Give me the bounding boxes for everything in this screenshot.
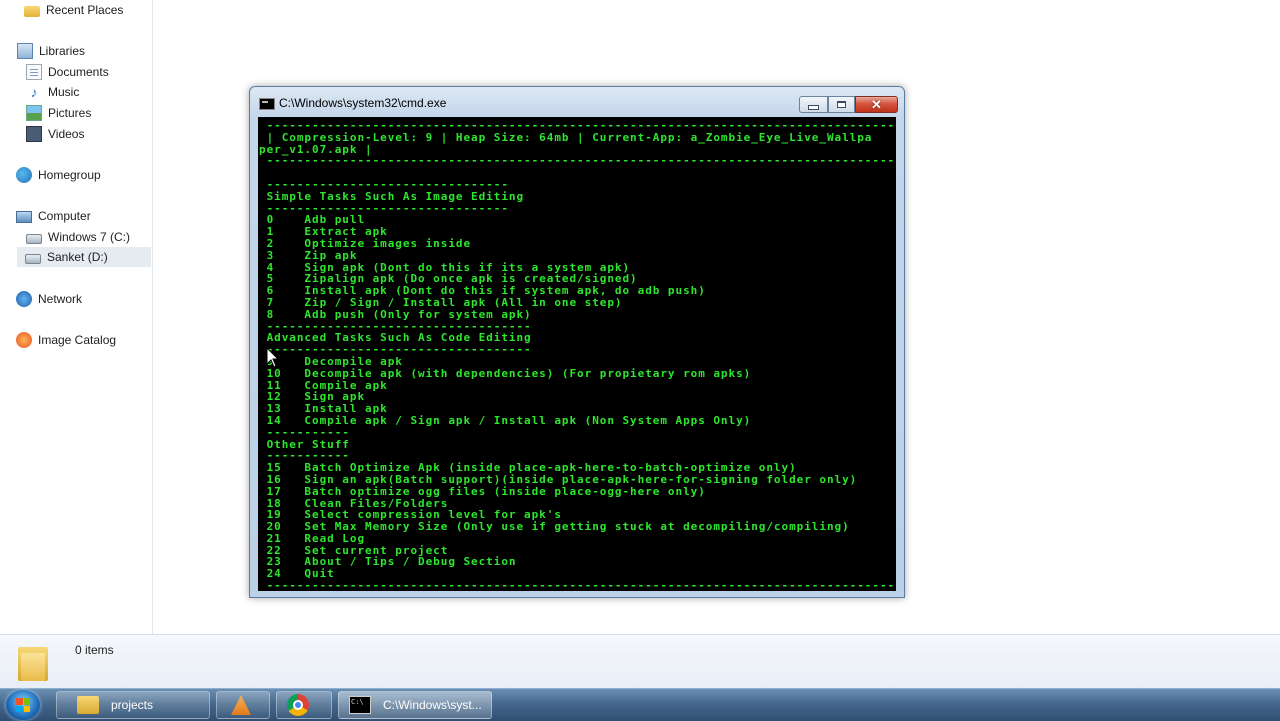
mouse-pointer-icon (266, 347, 280, 368)
console-line: Simple Tasks Such As Image Editing (259, 189, 525, 203)
console-line: 17 Batch optimize ogg files (inside plac… (259, 484, 706, 498)
taskbar-item-projects[interactable]: projects (56, 691, 210, 719)
document-icon (26, 64, 42, 80)
console-line: 14 Compile apk / Sign apk / Install apk … (259, 413, 752, 427)
taskbar-item-cmd[interactable]: C:\Windows\syst... (338, 691, 492, 719)
computer-icon (16, 211, 32, 223)
console-line: -------------------------------- (259, 177, 509, 191)
console-line: 9 Decompile apk (259, 354, 403, 368)
nav-item-videos[interactable]: Videos (26, 124, 84, 144)
image-catalog-icon (16, 332, 32, 348)
items-count: 0 items (75, 643, 114, 657)
start-button[interactable] (6, 690, 40, 720)
nav-item-network[interactable]: Network (16, 289, 82, 309)
windows-logo-icon (16, 698, 30, 712)
console-line: 2 Optimize images inside (259, 236, 472, 250)
folder-icon (18, 645, 48, 681)
nav-item-label: Homegroup (38, 168, 101, 182)
nav-item-computer[interactable]: Computer (16, 206, 91, 226)
taskbar: projects C:\Windows\syst... (0, 688, 1280, 721)
folder-icon (77, 696, 99, 714)
nav-item-label: Network (38, 292, 83, 306)
console-line: 8 Adb push (Only for system apk) (259, 307, 532, 321)
nav-item-label: Sanket (D:) (47, 250, 108, 264)
chrome-icon (287, 694, 309, 716)
nav-item-recent-places[interactable]: Recent Places (24, 0, 123, 20)
console-area[interactable]: ----------------------------------------… (258, 117, 896, 591)
nav-item-label: Recent Places (46, 3, 124, 17)
cmd-icon (349, 696, 371, 714)
nav-item-windows-c[interactable]: Windows 7 (C:) (26, 227, 130, 247)
title-bar[interactable]: C:\Windows\system32\cmd.exe ✕ (250, 87, 904, 117)
nav-item-libraries[interactable]: Libraries (17, 41, 85, 61)
console-line: ----------------------------------------… (259, 154, 896, 168)
console-line: 16 Sign an apk(Batch support)(inside pla… (259, 472, 858, 486)
vlc-icon (231, 695, 251, 715)
navigation-pane: Recent Places Libraries Documents ♪ Musi… (0, 0, 153, 634)
nav-item-label: Pictures (48, 106, 92, 120)
console-line: ----------------------------------------… (259, 579, 896, 591)
maximize-icon (837, 101, 846, 108)
nav-item-label: Videos (48, 127, 85, 141)
console-line: 10 Decompile apk (with dependencies) (Fo… (259, 366, 752, 380)
drive-icon (25, 253, 41, 264)
window-title: C:\Windows\system32\cmd.exe (279, 96, 447, 110)
taskbar-item-vlc[interactable] (216, 691, 270, 719)
nav-item-label: Music (48, 85, 80, 99)
nav-item-label: Windows 7 (C:) (48, 230, 131, 244)
taskbar-item-label: projects (111, 698, 154, 712)
videos-icon (26, 126, 42, 142)
console-line: 23 About / Tips / Debug Section (259, 555, 517, 569)
taskbar-item-chrome[interactable] (276, 691, 332, 719)
nav-item-documents[interactable]: Documents (26, 62, 109, 82)
nav-item-homegroup[interactable]: Homegroup (16, 165, 101, 185)
console-line: 21 Read Log (259, 531, 366, 545)
console-output: ----------------------------------------… (259, 120, 896, 591)
console-line: 3 Zip apk (259, 248, 358, 262)
console-line: | Compression-Level: 9 | Heap Size: 64mb… (259, 130, 873, 144)
nav-item-pictures[interactable]: Pictures (26, 103, 91, 123)
music-icon: ♪ (30, 84, 38, 100)
cmd-icon (259, 98, 275, 110)
maximize-button[interactable] (828, 96, 855, 113)
homegroup-icon (16, 167, 32, 183)
library-icon (17, 43, 33, 59)
console-line: Other Stuff (259, 437, 350, 451)
cmd-window[interactable]: C:\Windows\system32\cmd.exe ✕ ----------… (249, 86, 905, 598)
console-line: ----------- (259, 425, 350, 439)
close-icon: ✕ (871, 97, 882, 112)
details-pane: 0 items (0, 634, 1280, 689)
nav-item-label: Documents (48, 65, 109, 79)
minimize-button[interactable] (799, 96, 828, 113)
nav-item-label: Image Catalog (38, 333, 117, 347)
taskbar-item-label: C:\Windows\syst... (383, 698, 482, 712)
nav-item-image-catalog[interactable]: Image Catalog (16, 330, 116, 350)
console-line: 7 Zip / Sign / Install apk (All in one s… (259, 295, 623, 309)
network-icon (16, 291, 32, 307)
folder-icon (24, 6, 40, 17)
nav-item-music[interactable]: ♪ Music (26, 82, 80, 102)
nav-item-label: Computer (38, 209, 91, 223)
pictures-icon (26, 105, 42, 121)
close-button[interactable]: ✕ (855, 96, 898, 113)
minimize-icon (808, 105, 819, 110)
nav-item-sanket-d[interactable]: Sanket (D:) (17, 247, 151, 267)
drive-icon (26, 233, 42, 244)
nav-item-label: Libraries (39, 44, 86, 58)
